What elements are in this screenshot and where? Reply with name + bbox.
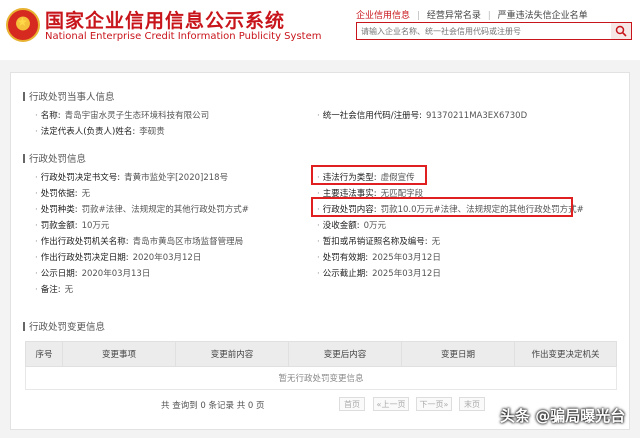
label: 罚款金额: (40, 221, 78, 231)
site-title: 国家企业信用信息公示系统 (45, 10, 286, 32)
violation-type-highlight (311, 165, 427, 185)
next-page-button[interactable]: 下一页» (416, 397, 452, 411)
site-subtitle: National Enterprise Credit Information P… (45, 31, 322, 42)
penalty-amount-row: · 罚款金额: 10万元 (35, 221, 110, 231)
column-header: 作出变更决定机关 (514, 341, 617, 367)
value: 无 (64, 285, 74, 295)
value: 0万元 (363, 221, 386, 231)
first-page-button[interactable]: 首页 (339, 397, 365, 411)
valid-period-row: · 处罚有效期: 2025年03月12日 (317, 253, 441, 263)
authority-row: · 作出行政处罚机关名称: 青岛市黄岛区市场监督管理局 (35, 237, 244, 247)
label: 处罚依据: (40, 189, 78, 199)
top-nav: 企业信用信息 | 经营异常名录 | 严重违法失信企业名单 (356, 8, 592, 21)
label: 作出行政处罚机关名称: (40, 237, 129, 247)
column-header: 变更事项 (62, 341, 176, 367)
value: 91370211MA3EX6730D (425, 111, 528, 121)
label: 行政处罚决定书文号: (40, 173, 121, 183)
value: 无 (431, 237, 441, 247)
empty-message: 暂无行政处罚变更信息 (25, 366, 617, 390)
value: 罚款#法律、法规规定的其他行政处罚方式# (81, 205, 249, 215)
value: 2020年03月12日 (132, 253, 202, 263)
table-row: 暂无行政处罚变更信息 (25, 366, 617, 390)
penalty-content-highlight (311, 197, 573, 217)
column-header: 变更后内容 (288, 341, 402, 367)
last-page-button[interactable]: 末页 (459, 397, 485, 411)
party-rep-row: · 法定代表人(负责人)姓名: 李砚贵 (35, 127, 165, 137)
nav-abnormal-list[interactable]: 经营异常名录 (427, 11, 481, 21)
label: 作出行政处罚决定日期: (40, 253, 129, 263)
value: 青岛市黄岛区市场监督管理局 (132, 237, 244, 247)
column-header: 变更日期 (401, 341, 515, 367)
watermark: 头条 @骗局曝光台 (500, 407, 626, 425)
value: 青黄市监处字[2020]218号 (124, 173, 229, 183)
decision-date-row: · 作出行政处罚决定日期: 2020年03月12日 (35, 253, 202, 263)
label: 处罚种类: (40, 205, 78, 215)
value: 青岛宇宙水灵子生态环境科技有限公司 (64, 111, 210, 121)
table-header-row: 序号 变更事项 变更前内容 变更后内容 变更日期 作出变更决定机关 (25, 341, 617, 367)
party-name-row: · 名称: 青岛宇宙水灵子生态环境科技有限公司 (35, 111, 210, 121)
party-section-title: 行政处罚当事人信息 (23, 89, 115, 103)
changes-table: 序号 变更事项 变更前内容 变更后内容 变更日期 作出变更决定机关 暂无行政处罚… (25, 341, 617, 390)
nav-divider: | (416, 11, 420, 21)
site-header: 国家企业信用信息公示系统 National Enterprise Credit … (0, 0, 640, 60)
prev-page-button[interactable]: «上一页 (373, 397, 409, 411)
party-credit-row: · 统一社会信用代码/注册号: 91370211MA3EX6730D (317, 111, 528, 121)
label: 处罚有效期: (322, 253, 369, 263)
value: 2020年03月13日 (81, 269, 151, 279)
label: 没收金额: (322, 221, 360, 231)
value: 10万元 (81, 221, 110, 231)
label: 公示截止期: (322, 269, 369, 279)
changes-section-title: 行政处罚变更信息 (23, 319, 105, 333)
column-header: 序号 (25, 341, 63, 367)
label: 名称: (40, 111, 61, 121)
search-input[interactable] (361, 24, 607, 38)
label: 法定代表人(负责人)姓名: (40, 127, 136, 137)
label: 统一社会信用代码/注册号: (322, 111, 422, 121)
penalty-section-title: 行政处罚信息 (23, 151, 86, 165)
search-button[interactable] (611, 23, 631, 39)
confiscation-row: · 没收金额: 0万元 (317, 221, 386, 231)
pager-summary: 共 查询到 0 条记录 共 0 页 (161, 401, 265, 411)
value: 李砚贵 (139, 127, 165, 137)
license-row: · 暂扣或吊销证照名称及编号: 无 (317, 237, 441, 247)
label: 暂扣或吊销证照名称及编号: (322, 237, 428, 247)
publish-date-row: · 公示日期: 2020年03月13日 (35, 269, 151, 279)
penalty-kind-row: · 处罚种类: 罚款#法律、法规规定的其他行政处罚方式# (35, 205, 249, 215)
national-emblem-icon (6, 8, 40, 42)
search-icon (615, 25, 627, 37)
nav-serious-violation-list[interactable]: 严重违法失信企业名单 (498, 11, 588, 21)
nav-divider: | (487, 11, 491, 21)
search-box (356, 22, 632, 40)
label: 备注: (40, 285, 61, 295)
penalty-detail-panel: 行政处罚当事人信息 · 名称: 青岛宇宙水灵子生态环境科技有限公司 · 统一社会信用代… (10, 72, 630, 430)
value: 2025年03月12日 (372, 269, 441, 279)
nav-enterprise-credit[interactable]: 企业信用信息 (356, 11, 410, 21)
remark-row: · 备注: 无 (35, 285, 74, 295)
label: 公示日期: (40, 269, 78, 279)
value: 无 (81, 189, 91, 199)
penalty-basis-row: · 处罚依据: 无 (35, 189, 91, 199)
penalty-doc-no-row: · 行政处罚决定书文号: 青黄市监处字[2020]218号 (35, 173, 229, 183)
publish-end-row: · 公示截止期: 2025年03月12日 (317, 269, 441, 279)
column-header: 变更前内容 (175, 341, 289, 367)
value: 2025年03月12日 (372, 253, 441, 263)
